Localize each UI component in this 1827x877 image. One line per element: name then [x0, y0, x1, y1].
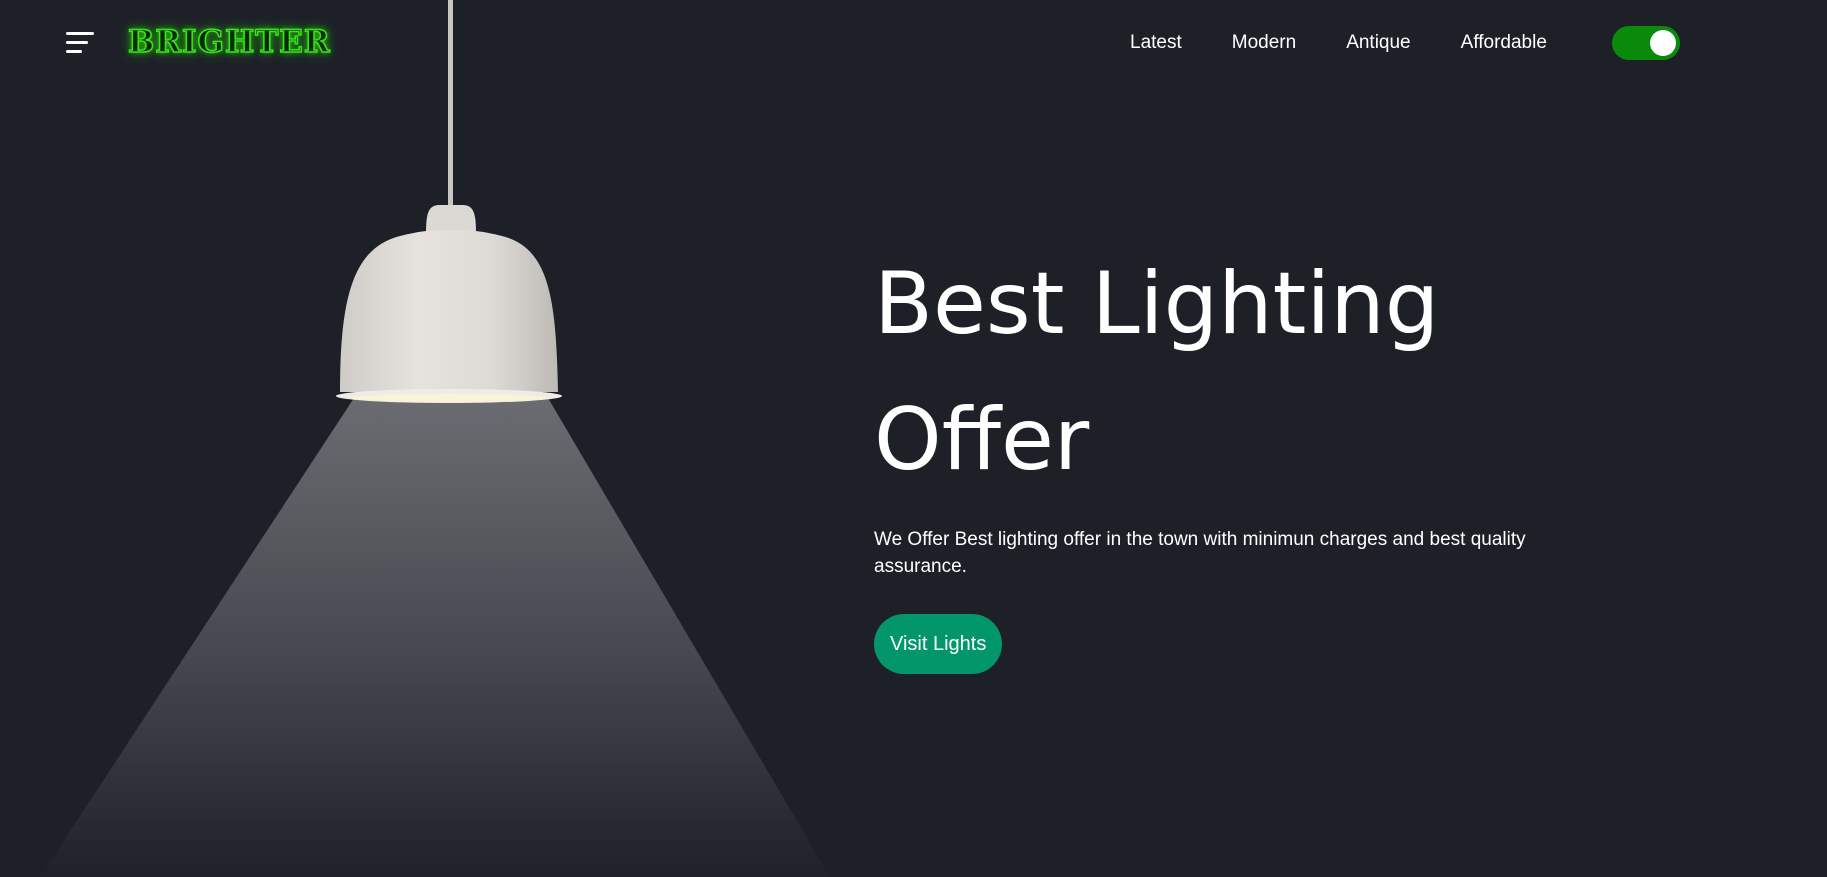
toggle-knob — [1650, 30, 1676, 56]
menu-line — [66, 41, 88, 44]
site-header: BRIGHTER Latest Modern Antique Affordabl… — [0, 0, 1827, 86]
nav-link-affordable[interactable]: Affordable — [1461, 30, 1547, 56]
lamp-shade — [340, 230, 558, 392]
menu-line — [66, 32, 94, 35]
hero-description: We Offer Best lighting offer in the town… — [874, 529, 1526, 577]
lamp-bulb-glow — [351, 394, 547, 402]
landing-page: BRIGHTER Latest Modern Antique Affordabl… — [0, 0, 1827, 877]
menu-line — [66, 50, 82, 53]
hero-title-line-1: Best Lighting — [874, 254, 1440, 354]
hero-section: Best Lighting Offer We Offer Best lighti… — [874, 236, 1634, 674]
theme-toggle-switch[interactable] — [1612, 26, 1680, 60]
hamburger-menu-icon[interactable] — [66, 30, 96, 54]
hero-title: Best Lighting Offer — [874, 236, 1634, 508]
nav-link-antique[interactable]: Antique — [1346, 30, 1410, 56]
nav-link-latest[interactable]: Latest — [1130, 30, 1182, 56]
visit-lights-button[interactable]: Visit Lights — [874, 614, 1003, 674]
lamp-cap — [426, 205, 476, 232]
hero-title-line-2: Offer — [874, 390, 1090, 490]
main-nav: Latest Modern Antique Affordable — [1130, 30, 1547, 56]
light-beam — [40, 398, 830, 877]
brand-logo[interactable]: BRIGHTER — [127, 23, 331, 61]
pendant-lamp-illustration — [40, 0, 830, 877]
nav-link-modern[interactable]: Modern — [1232, 30, 1296, 56]
